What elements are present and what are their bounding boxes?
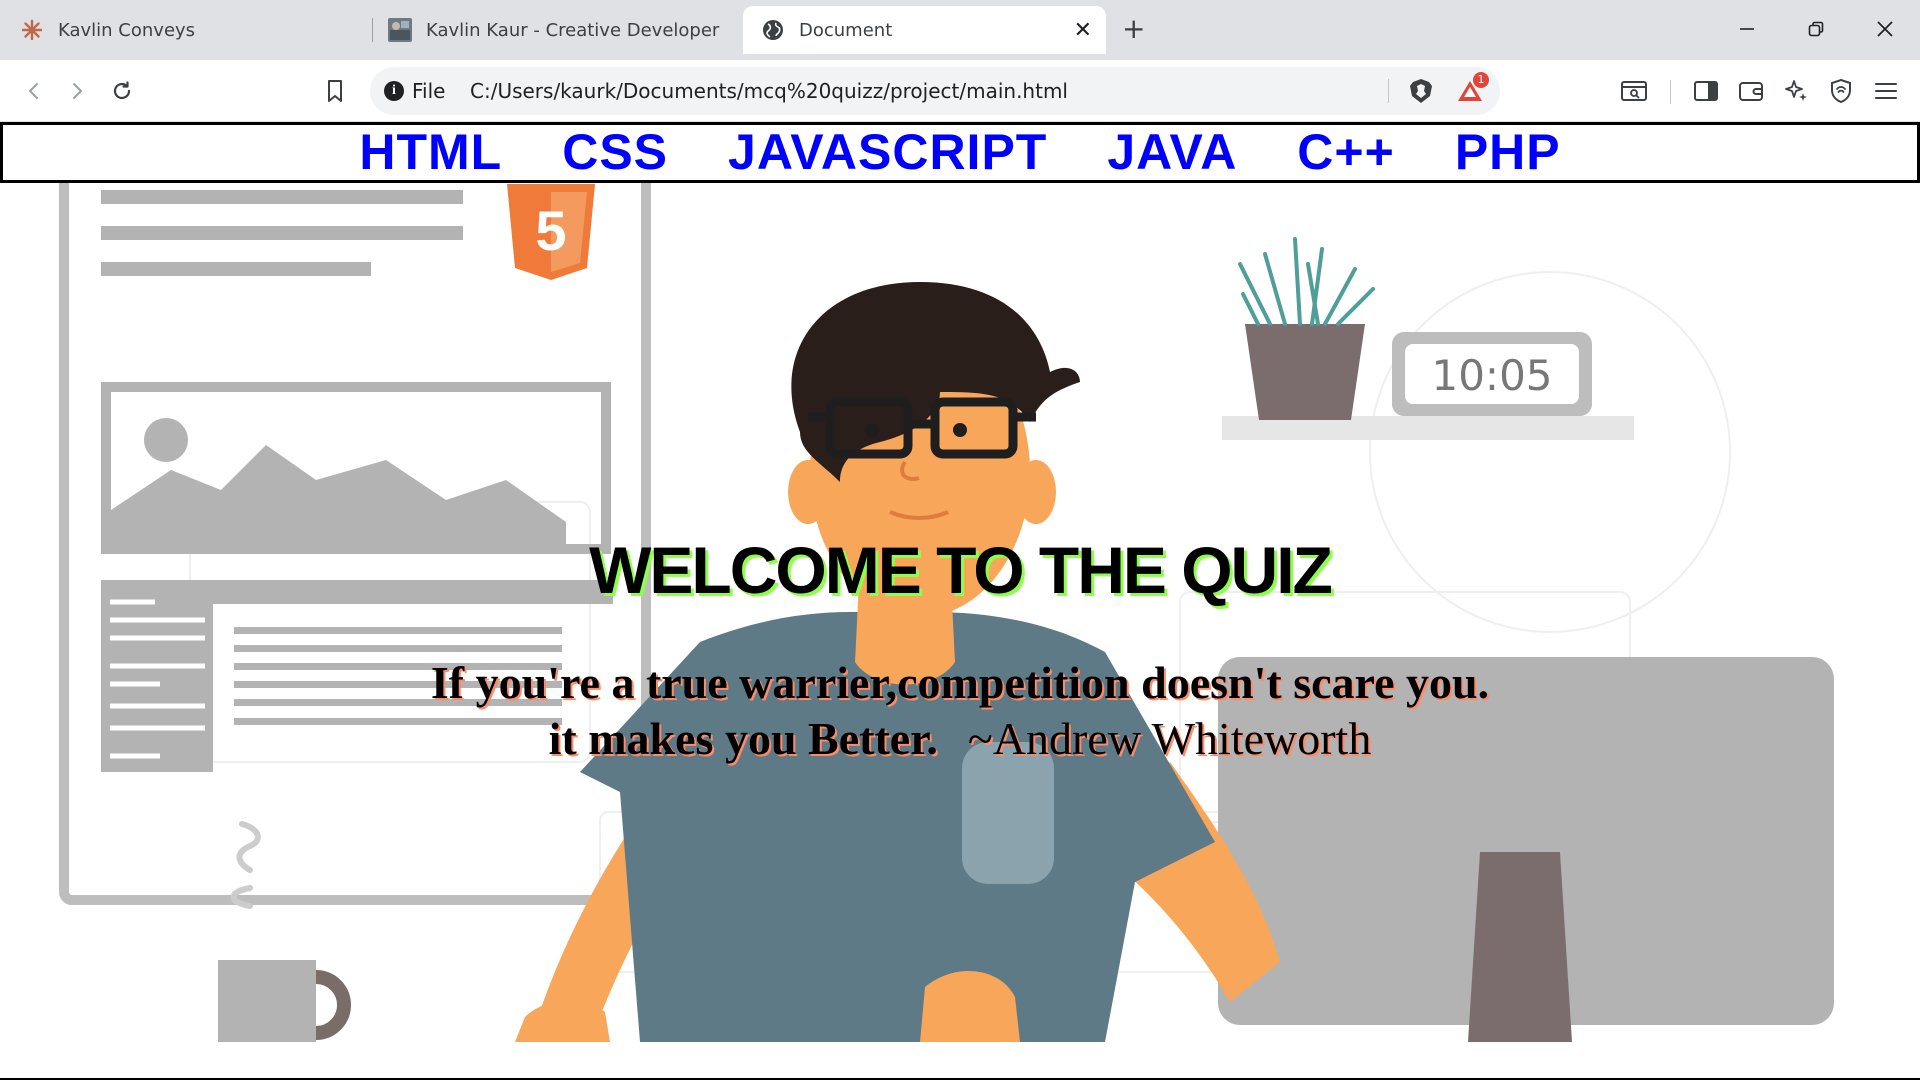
quote-line-2: it makes you Better. xyxy=(548,713,938,764)
plant-clock-shelf-illustration: 10:05 xyxy=(1222,237,1634,440)
notification-badge: 1 xyxy=(1473,72,1489,88)
quote-line-1: If you're a true warrier,competition doe… xyxy=(430,657,1490,708)
nav-link-cpp[interactable]: C++ xyxy=(1297,125,1395,180)
reader-mode-icon[interactable] xyxy=(1617,74,1651,108)
thumbnail-icon xyxy=(388,18,412,42)
brave-shields-icon[interactable] xyxy=(1404,74,1438,108)
forward-icon[interactable] xyxy=(60,74,94,108)
browser-toolbar: i File C:/Users/kaurk/Documents/mcq%20qu… xyxy=(0,60,1920,122)
language-nav: HTML CSS JAVASCRIPT JAVA C++ PHP xyxy=(0,122,1920,183)
nav-link-html[interactable]: HTML xyxy=(359,125,502,180)
new-tab-button[interactable]: + xyxy=(1122,14,1145,44)
sunburst-icon xyxy=(20,18,44,42)
nav-link-javascript[interactable]: JAVASCRIPT xyxy=(728,125,1047,180)
url-text[interactable]: C:/Users/kaurk/Documents/mcq%20quizz/pro… xyxy=(470,79,1068,103)
sidebar-icon[interactable] xyxy=(1689,74,1723,108)
bookmark-icon[interactable] xyxy=(318,74,352,108)
toolbar-divider xyxy=(1670,80,1671,104)
quote-block: If you're a true warrier,competition doe… xyxy=(0,655,1920,767)
vpn-shield-icon[interactable] xyxy=(1824,74,1858,108)
tab-separator xyxy=(372,18,373,42)
svg-text:5: 5 xyxy=(535,199,566,262)
back-icon[interactable] xyxy=(17,74,51,108)
tab-title: Kavlin Kaur - Creative Developer & Pr xyxy=(426,19,724,41)
tab-strip: Kavlin Conveys Kavlin Kaur - Creative De… xyxy=(0,0,1920,60)
wallet-icon[interactable] xyxy=(1734,74,1768,108)
reload-icon[interactable] xyxy=(105,74,139,108)
scheme-label: File xyxy=(412,79,446,103)
nav-link-css[interactable]: CSS xyxy=(562,125,668,180)
minimize-icon[interactable] xyxy=(1732,14,1762,44)
leo-ai-icon[interactable] xyxy=(1779,74,1813,108)
tab-kavlin-kaur[interactable]: Kavlin Kaur - Creative Developer & Pr xyxy=(388,6,724,54)
close-tab-icon[interactable]: ✕ xyxy=(1074,18,1092,43)
tab-title: Kavlin Conveys xyxy=(58,19,196,41)
tab-title: Document xyxy=(799,19,893,41)
info-icon[interactable]: i xyxy=(384,81,404,101)
page-title: WELCOME TO THE QUIZ xyxy=(589,533,1333,607)
address-divider xyxy=(1388,79,1389,103)
coffee-mug-illustration xyxy=(218,821,351,1042)
tab-document[interactable]: Document ✕ xyxy=(743,6,1106,54)
address-bar[interactable]: i File C:/Users/kaurk/Documents/mcq%20qu… xyxy=(370,67,1500,115)
globe-icon xyxy=(761,18,785,42)
quote-author: ~Andrew Whiteworth xyxy=(967,713,1372,764)
svg-text:10:05: 10:05 xyxy=(1431,351,1552,400)
nav-link-java[interactable]: JAVA xyxy=(1107,125,1237,180)
page-viewport: 5 10:05 HTML CSS JAVASCRIPT JAVA C++ PHP… xyxy=(0,122,1920,1080)
nav-link-php[interactable]: PHP xyxy=(1455,125,1561,180)
menu-icon[interactable] xyxy=(1869,74,1903,108)
close-window-icon[interactable] xyxy=(1870,14,1900,44)
tab-kavlin-conveys[interactable]: Kavlin Conveys xyxy=(20,6,360,54)
restore-icon[interactable] xyxy=(1801,14,1831,44)
html5-badge-illustration: 5 xyxy=(507,184,595,280)
